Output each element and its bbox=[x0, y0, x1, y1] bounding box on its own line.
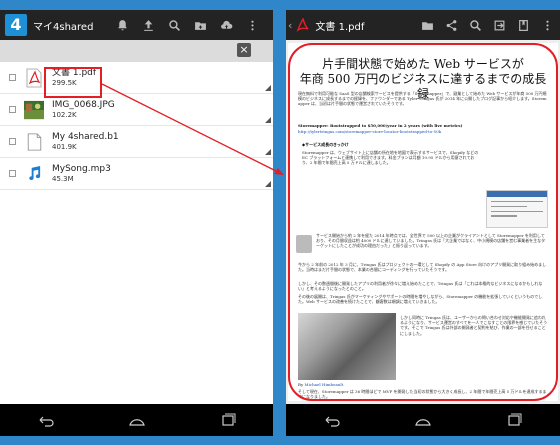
pdf-app-icon[interactable] bbox=[296, 18, 310, 32]
pdf-page: 片手間状態で始めた Web サービスが 年商 500 万円のビジネスに達するまで… bbox=[288, 43, 558, 401]
close-button[interactable]: × bbox=[237, 43, 251, 57]
storemapper-screenshot bbox=[486, 190, 548, 228]
music-note-icon bbox=[24, 163, 44, 185]
section-body: Storemapper は、ウェブサイト上に店舗の所在地を地図で表示するサービス… bbox=[302, 150, 479, 166]
overflow-icon[interactable] bbox=[535, 10, 559, 40]
home-icon[interactable] bbox=[413, 413, 433, 427]
expand-corner-icon[interactable] bbox=[265, 181, 271, 187]
search-icon[interactable] bbox=[161, 10, 187, 40]
image-thumbnail bbox=[24, 99, 44, 121]
share-icon[interactable] bbox=[439, 10, 463, 40]
search-icon[interactable] bbox=[463, 10, 487, 40]
file-size: 401.9K bbox=[52, 142, 77, 151]
arrow-head-icon bbox=[274, 168, 284, 175]
chevron-left-icon[interactable]: ‹ bbox=[288, 19, 292, 32]
row-checkbox[interactable] bbox=[9, 138, 16, 145]
system-nav-bar bbox=[0, 404, 273, 436]
recent-apps-icon[interactable] bbox=[218, 413, 238, 427]
export-icon[interactable] bbox=[487, 10, 511, 40]
expand-corner-icon[interactable] bbox=[265, 149, 271, 155]
article-photo bbox=[298, 313, 396, 380]
overflow-icon[interactable] bbox=[239, 10, 265, 40]
row-checkbox[interactable] bbox=[9, 170, 16, 177]
bell-icon[interactable] bbox=[109, 10, 135, 40]
paragraph-2: サービス開始から約 2 年を経た 2014 年時点では、全世界で 500 以上の… bbox=[316, 233, 546, 249]
intro-paragraph: 現在無料で利用可能な SaaS 型の店舗検索サービスを提供する「Storemap… bbox=[298, 91, 547, 107]
bookmark-icon[interactable] bbox=[511, 10, 535, 40]
row-checkbox[interactable] bbox=[9, 106, 16, 113]
app-logo[interactable]: 4 bbox=[5, 14, 27, 36]
file-row[interactable]: IMG_0068.JPG 102.2K bbox=[0, 94, 273, 126]
file-name: My 4shared.b1 bbox=[52, 131, 119, 142]
system-nav-bar bbox=[286, 404, 560, 436]
file-list: 文書 1.pdf 299.5K IMG_0068.JPG 102.2K My 4… bbox=[0, 62, 273, 404]
document-icon bbox=[24, 131, 44, 153]
caption-author-link[interactable]: Michael Himbeault bbox=[304, 382, 343, 387]
selection-highlight bbox=[44, 67, 102, 98]
home-icon[interactable] bbox=[127, 413, 147, 427]
pdf-viewer-screen: ‹ 文書 1.pdf 片手間状態で始めた Web サービスが 年商 500 万円… bbox=[286, 10, 560, 436]
upload-icon[interactable] bbox=[135, 10, 161, 40]
file-size: 45.3M bbox=[52, 174, 74, 183]
file-row[interactable]: MySong.mp3 45.3M bbox=[0, 158, 273, 190]
folder-icon[interactable] bbox=[415, 10, 439, 40]
back-icon[interactable] bbox=[322, 413, 342, 427]
folder-title: マイ4shared bbox=[33, 21, 94, 33]
photo-caption: By Michael Himbeault bbox=[298, 382, 344, 387]
file-row[interactable]: 文書 1.pdf 299.5K bbox=[0, 62, 273, 94]
file-size: 102.2K bbox=[52, 110, 77, 119]
action-bar: ‹ 文書 1.pdf bbox=[286, 10, 560, 40]
file-manager-screen: 4 マイ4shared × 文書 1.pdf 299.5K IMG_0068.J… bbox=[0, 10, 273, 436]
cloud-upload-icon[interactable] bbox=[213, 10, 239, 40]
author-avatar bbox=[296, 235, 312, 253]
expand-corner-icon[interactable] bbox=[265, 85, 271, 91]
paragraph-3: 今から 2 年前の 2012 年 3 月に、Tringas 氏はプロジェクトの一… bbox=[298, 262, 547, 273]
expand-corner-icon[interactable] bbox=[265, 117, 271, 123]
recent-apps-icon[interactable] bbox=[504, 413, 524, 427]
document-title: 文書 1.pdf bbox=[315, 21, 365, 33]
section-heading: ◆サービス成長のきっかけ bbox=[302, 142, 349, 147]
file-name: MySong.mp3 bbox=[52, 163, 111, 174]
paragraph-6: しかし同時に Tringas 氏は、ユーザーからの問い合わせ対応や機能開発に追わ… bbox=[400, 315, 548, 336]
row-checkbox[interactable] bbox=[9, 74, 16, 81]
document-viewport[interactable]: 片手間状態で始めた Web サービスが 年商 500 万円のビジネスに達するまで… bbox=[286, 40, 560, 404]
action-bar: 4 マイ4shared bbox=[0, 10, 273, 40]
paragraph-7: そして現在、Storemapper は 36 時間ほどで MVP を開発した当初… bbox=[298, 389, 547, 399]
file-name: IMG_0068.JPG bbox=[52, 99, 115, 110]
new-folder-icon[interactable] bbox=[187, 10, 213, 40]
pdf-icon bbox=[24, 67, 44, 89]
paragraph-4: しかし、その数週間後に開発したアプリの利用者が徐々に増え始めたことで、Tring… bbox=[298, 281, 543, 292]
article-link[interactable]: http://tylertringas.com/storemapper-stor… bbox=[298, 129, 548, 135]
back-icon[interactable] bbox=[36, 413, 56, 427]
file-row[interactable]: My 4shared.b1 401.9K bbox=[0, 126, 273, 158]
selection-bar: × bbox=[0, 40, 273, 62]
paragraph-5: その後の展開は、Tringas 氏がマーケティングやサポートの時間を増やしながら… bbox=[298, 294, 543, 305]
